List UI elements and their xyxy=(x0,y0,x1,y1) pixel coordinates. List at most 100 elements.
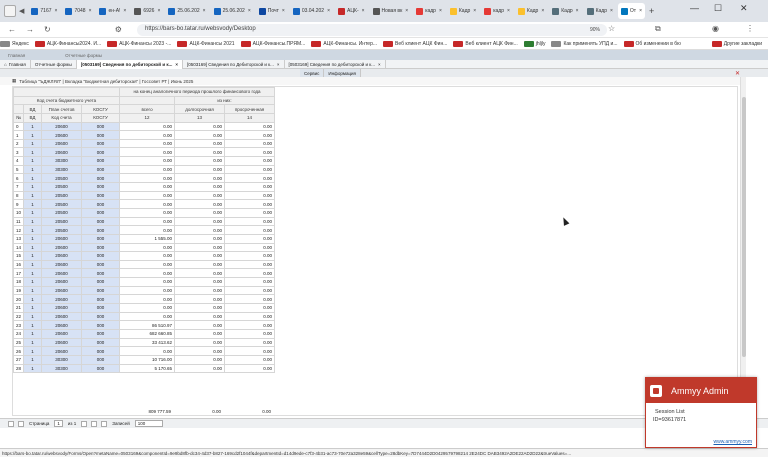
row-overdue[interactable]: 0.00 xyxy=(224,216,276,227)
browser-tab[interactable]: кадр × xyxy=(413,3,445,19)
row-overdue[interactable]: 0.00 xyxy=(224,328,276,339)
tab-document-2[interactable]: [0503169] Сведения по Дебиторской и к...… xyxy=(183,59,285,69)
bookmark-item[interactable]: Другие закладки xyxy=(711,40,762,47)
scrollbar-thumb[interactable] xyxy=(742,97,746,357)
zoom-level[interactable]: 90% xyxy=(590,27,600,33)
row-overdue[interactable]: 0.00 xyxy=(224,294,276,304)
row-total[interactable]: 0.00 xyxy=(119,199,176,209)
table-row[interactable]: 26 1 20600 000 0.00 0.00 0.00 xyxy=(12,346,276,356)
table-row[interactable]: 9 1 20500 000 0.00 0.00 0.00 xyxy=(12,199,276,209)
close-tab-icon[interactable]: × xyxy=(89,8,92,14)
row-contract[interactable]: 0.00 xyxy=(174,164,226,175)
row-total[interactable]: 0.00 xyxy=(119,190,176,201)
table-row[interactable]: 10 1 20500 000 0.00 0.00 0.00 xyxy=(12,207,276,218)
row-overdue[interactable]: 0.00 xyxy=(224,337,276,348)
table-row[interactable]: 11 1 20500 000 0.00 0.00 0.00 xyxy=(12,216,276,227)
table-row[interactable]: 12 1 20500 000 0.00 0.00 0.00 xyxy=(12,225,276,235)
row-total[interactable]: 1 555.00 xyxy=(119,233,176,244)
row-overdue[interactable]: 0.00 xyxy=(224,277,276,287)
close-tab-icon[interactable]: × xyxy=(203,8,206,14)
table-row[interactable]: 6 1 20500 000 0.00 0.00 0.00 xyxy=(12,173,276,184)
table-row[interactable]: 4 1 30300 000 0.00 0.00 0.00 xyxy=(12,156,276,166)
tab-report-forms[interactable]: Отчетные формы xyxy=(31,59,77,69)
row-total[interactable]: 0.00 xyxy=(119,268,176,279)
minimize-window-icon[interactable]: — xyxy=(690,3,699,13)
bookmark-item[interactable]: Яндекс xyxy=(0,40,29,47)
row-total[interactable]: 0.00 xyxy=(119,182,176,192)
browser-tab[interactable]: Кадр × xyxy=(584,3,616,19)
table-row[interactable]: 2 1 20600 000 0.00 0.00 0.00 xyxy=(12,138,276,149)
row-contract[interactable]: 0.00 xyxy=(174,216,226,227)
row-overdue[interactable]: 0.00 xyxy=(224,207,276,218)
table-row[interactable]: 17 1 20600 000 0.00 0.00 0.00 xyxy=(12,268,276,279)
row-total[interactable]: 10 716.00 xyxy=(119,354,176,365)
table-row[interactable]: 16 1 20600 000 0.00 0.00 0.00 xyxy=(12,259,276,270)
row-contract[interactable]: 0.00 xyxy=(174,190,226,201)
row-total[interactable]: 0.00 xyxy=(119,303,176,313)
browser-tab[interactable]: 25.06.202 × xyxy=(165,3,208,19)
close-tab-icon[interactable]: × xyxy=(175,62,178,67)
row-overdue[interactable]: 0.00 xyxy=(224,363,276,374)
row-contract[interactable]: 0.00 xyxy=(174,285,226,296)
table-row[interactable]: 8 1 20500 000 0.00 0.00 0.00 xyxy=(12,190,276,201)
address-bar[interactable]: https://bars-bo.tatar.ru/websvody/Deskto… xyxy=(137,24,607,36)
row-total[interactable]: 0.00 xyxy=(119,138,176,149)
row-overdue[interactable]: 0.00 xyxy=(224,121,276,132)
row-overdue[interactable]: 0.00 xyxy=(224,225,276,235)
table-row[interactable]: 22 1 20600 000 0.00 0.00 0.00 xyxy=(12,311,276,322)
row-contract[interactable]: 0.00 xyxy=(174,199,226,209)
tab-document-3[interactable]: [0503169] Сведения по дебиторской и к...… xyxy=(285,59,386,69)
menu-service[interactable]: Сервис xyxy=(300,69,325,77)
extensions-icon[interactable]: ⧉ xyxy=(655,24,661,34)
row-overdue[interactable]: 0.00 xyxy=(224,173,276,184)
close-tab-icon[interactable]: × xyxy=(610,8,613,14)
row-total[interactable]: 86 510.97 xyxy=(119,320,176,330)
menu-icon[interactable]: ⋮ xyxy=(746,24,754,33)
page-input[interactable]: 1 xyxy=(54,420,63,427)
row-total[interactable]: 33 413.62 xyxy=(119,337,176,348)
row-total[interactable]: 682 660.85 xyxy=(119,328,176,339)
row-contract[interactable]: 0.00 xyxy=(174,346,226,356)
table-row[interactable]: 23 1 20600 000 86 510.97 0.00 0.00 xyxy=(12,320,276,330)
prev-page-button[interactable] xyxy=(18,420,24,427)
browser-tab[interactable]: Новая вк × xyxy=(370,3,412,19)
row-contract[interactable]: 0.00 xyxy=(174,363,226,374)
browser-tab[interactable]: Кадр × xyxy=(447,3,479,19)
row-overdue[interactable]: 0.00 xyxy=(224,242,276,253)
row-total[interactable]: 0.00 xyxy=(119,173,176,184)
browser-tab[interactable]: АЦК- × xyxy=(335,3,368,19)
table-row[interactable]: 20 1 20600 000 0.00 0.00 0.00 xyxy=(12,294,276,304)
row-contract[interactable]: 0.00 xyxy=(174,259,226,270)
row-total[interactable]: 0.00 xyxy=(119,294,176,304)
tab-document-1[interactable]: [0503169] Сведения по дебиторской и к...… xyxy=(76,59,183,69)
browser-tab[interactable]: Кадр × xyxy=(515,3,547,19)
bookmark-item[interactable]: jhljly xyxy=(523,40,545,47)
tab-actions-button[interactable] xyxy=(4,5,16,17)
row-total[interactable]: 0.00 xyxy=(119,225,176,235)
close-tab-icon[interactable]: × xyxy=(327,8,330,14)
bookmark-item[interactable]: Веб клиент АЦК Фин... xyxy=(453,40,518,47)
row-overdue[interactable]: 0.00 xyxy=(224,259,276,270)
table-row[interactable]: 27 1 30300 000 10 716.00 0.00 0.00 xyxy=(12,354,276,365)
row-total[interactable]: 0.00 xyxy=(119,285,176,296)
row-total[interactable]: 0.00 xyxy=(119,216,176,227)
table-row[interactable]: 3 1 20600 000 0.00 0.00 0.00 xyxy=(12,147,276,158)
row-contract[interactable]: 0.00 xyxy=(174,268,226,279)
table-row[interactable]: 21 1 20600 000 0.00 0.00 0.00 xyxy=(12,303,276,313)
row-overdue[interactable]: 0.00 xyxy=(224,320,276,330)
rows-per-page-select[interactable]: 100 xyxy=(134,420,163,427)
bookmark-item[interactable]: Как применять УПД и... xyxy=(551,40,618,47)
close-tab-icon[interactable]: × xyxy=(378,62,381,67)
bookmark-item[interactable]: АЦК-Финансы 2021 xyxy=(177,40,235,47)
row-contract[interactable]: 0.00 xyxy=(174,337,226,348)
close-tab-icon[interactable]: × xyxy=(473,8,476,14)
row-contract[interactable]: 0.00 xyxy=(174,182,226,192)
row-overdue[interactable]: 0.00 xyxy=(224,199,276,209)
browser-tab[interactable]: кадр × xyxy=(481,3,513,19)
browser-tab[interactable]: 6926 × xyxy=(131,3,163,19)
table-row[interactable]: 14 1 20600 000 0.00 0.00 0.00 xyxy=(12,242,276,253)
next-page-button[interactable] xyxy=(81,420,88,427)
back-icon[interactable]: ← xyxy=(8,25,16,34)
ammyy-admin-popup[interactable]: Ammyy Admin Session List ID=93617871 www… xyxy=(645,377,757,448)
row-contract[interactable]: 0.00 xyxy=(174,233,226,244)
